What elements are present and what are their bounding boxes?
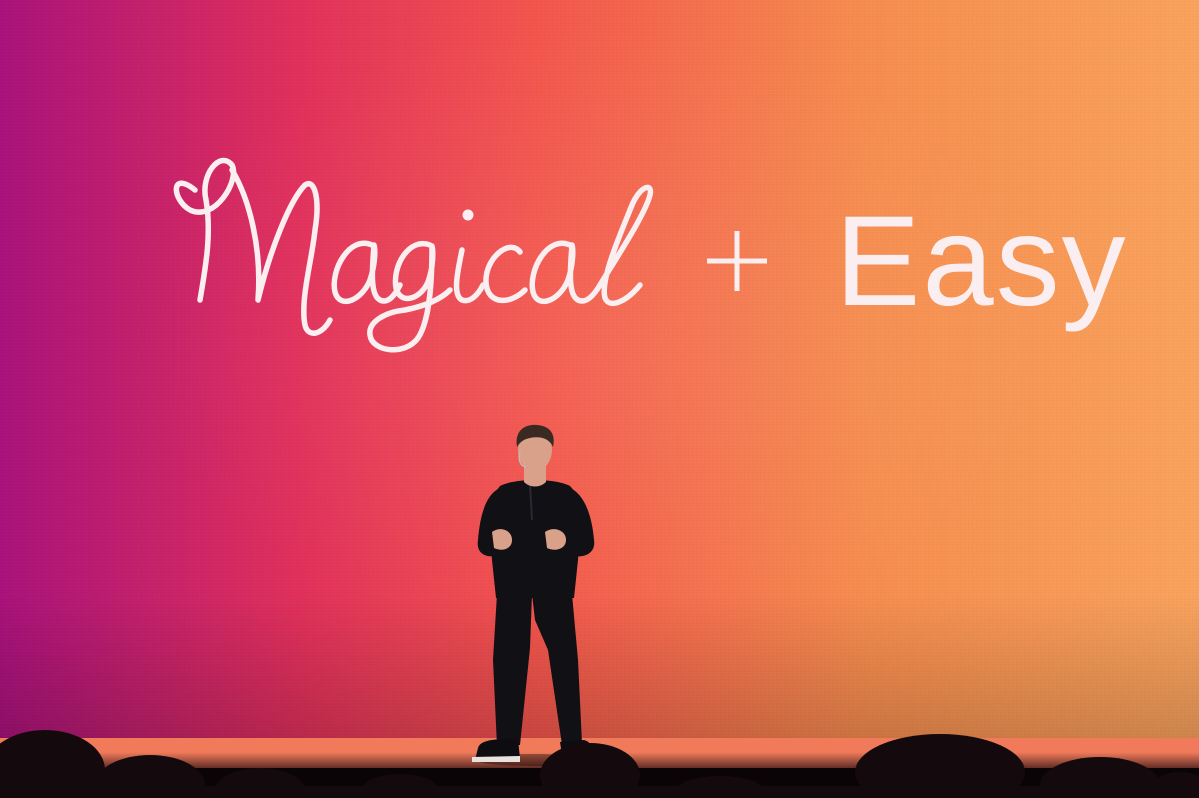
- audience-bottom-band: [0, 786, 1199, 798]
- audience-silhouettes: [0, 730, 1199, 798]
- photo-stage: Magical + Easy: [0, 0, 1199, 798]
- audience-heads: [0, 730, 1199, 798]
